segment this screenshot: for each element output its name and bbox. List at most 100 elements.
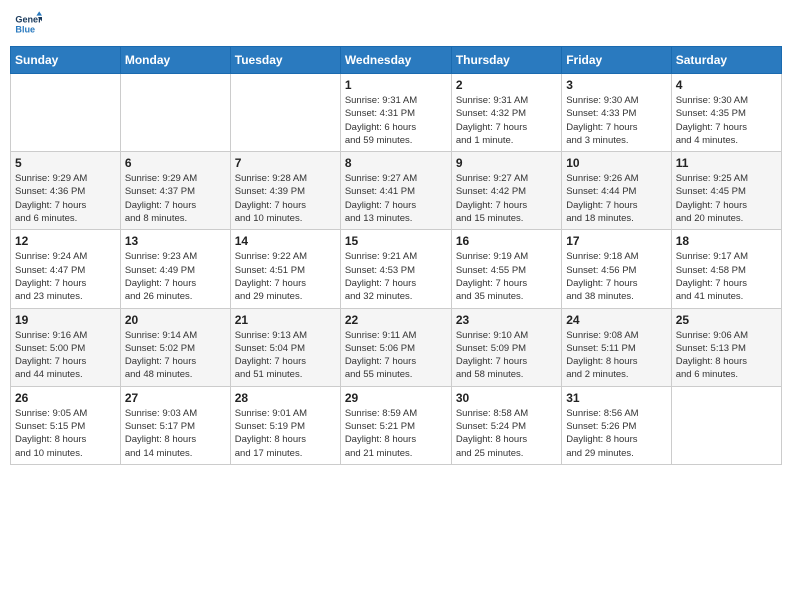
day-number: 26 (15, 391, 116, 405)
day-info: Sunrise: 9:22 AM Sunset: 4:51 PM Dayligh… (235, 250, 336, 303)
calendar-day-cell: 13 Sunrise: 9:23 AM Sunset: 4:49 PM Dayli… (120, 230, 230, 308)
day-number: 25 (676, 313, 777, 327)
day-number: 30 (456, 391, 557, 405)
calendar-day-cell (230, 74, 340, 152)
day-number: 16 (456, 234, 557, 248)
day-number: 4 (676, 78, 777, 92)
day-number: 19 (15, 313, 116, 327)
day-number: 22 (345, 313, 447, 327)
calendar-day-cell: 12 Sunrise: 9:24 AM Sunset: 4:47 PM Dayli… (11, 230, 121, 308)
calendar-day-cell: 8Sunrise: 9:27 AM Sunset: 4:41 PM Daylig… (340, 152, 451, 230)
calendar-day-cell: 20 Sunrise: 9:14 AM Sunset: 5:02 PM Dayli… (120, 308, 230, 386)
day-info: Sunrise: 9:24 AM Sunset: 4:47 PM Dayligh… (15, 250, 116, 303)
day-number: 29 (345, 391, 447, 405)
day-number: 31 (566, 391, 666, 405)
day-of-week-header: Monday (120, 47, 230, 74)
calendar-day-cell: 6 Sunrise: 9:29 AM Sunset: 4:37 PM Daylig… (120, 152, 230, 230)
calendar-table: SundayMondayTuesdayWednesdayThursdayFrid… (10, 46, 782, 465)
day-of-week-header: Saturday (671, 47, 781, 74)
calendar-week-row: 1Sunrise: 9:31 AM Sunset: 4:31 PM Daylig… (11, 74, 782, 152)
day-info: Sunrise: 9:30 AM Sunset: 4:33 PM Dayligh… (566, 94, 666, 147)
day-of-week-header: Wednesday (340, 47, 451, 74)
day-info: Sunrise: 9:27 AM Sunset: 4:41 PM Dayligh… (345, 172, 447, 225)
day-info: Sunrise: 9:29 AM Sunset: 4:36 PM Dayligh… (15, 172, 116, 225)
calendar-day-cell: 31 Sunrise: 8:56 AM Sunset: 5:26 PM Dayli… (562, 386, 671, 464)
calendar-day-cell: 4 Sunrise: 9:30 AM Sunset: 4:35 PM Daylig… (671, 74, 781, 152)
day-number: 15 (345, 234, 447, 248)
calendar-day-cell: 16 Sunrise: 9:19 AM Sunset: 4:55 PM Dayli… (451, 230, 561, 308)
calendar-day-cell: 14 Sunrise: 9:22 AM Sunset: 4:51 PM Dayli… (230, 230, 340, 308)
day-number: 2 (456, 78, 557, 92)
calendar-week-row: 5 Sunrise: 9:29 AM Sunset: 4:36 PM Daylig… (11, 152, 782, 230)
page-header: General Blue (10, 10, 782, 38)
day-info: Sunrise: 9:21 AM Sunset: 4:53 PM Dayligh… (345, 250, 447, 303)
calendar-day-cell: 9 Sunrise: 9:27 AM Sunset: 4:42 PM Daylig… (451, 152, 561, 230)
day-info: Sunrise: 9:06 AM Sunset: 5:13 PM Dayligh… (676, 329, 777, 382)
day-info: Sunrise: 9:25 AM Sunset: 4:45 PM Dayligh… (676, 172, 777, 225)
day-info: Sunrise: 9:17 AM Sunset: 4:58 PM Dayligh… (676, 250, 777, 303)
calendar-day-cell: 26 Sunrise: 9:05 AM Sunset: 5:15 PM Dayli… (11, 386, 121, 464)
day-number: 27 (125, 391, 226, 405)
day-info: Sunrise: 9:28 AM Sunset: 4:39 PM Dayligh… (235, 172, 336, 225)
day-info: Sunrise: 9:16 AM Sunset: 5:00 PM Dayligh… (15, 329, 116, 382)
day-number: 14 (235, 234, 336, 248)
day-number: 5 (15, 156, 116, 170)
logo: General Blue (14, 10, 42, 38)
day-info: Sunrise: 9:29 AM Sunset: 4:37 PM Dayligh… (125, 172, 226, 225)
calendar-body: 1Sunrise: 9:31 AM Sunset: 4:31 PM Daylig… (11, 74, 782, 465)
calendar-day-cell: 23Sunrise: 9:10 AM Sunset: 5:09 PM Dayli… (451, 308, 561, 386)
day-info: Sunrise: 8:59 AM Sunset: 5:21 PM Dayligh… (345, 407, 447, 460)
day-info: Sunrise: 9:30 AM Sunset: 4:35 PM Dayligh… (676, 94, 777, 147)
calendar-day-cell: 18 Sunrise: 9:17 AM Sunset: 4:58 PM Dayli… (671, 230, 781, 308)
day-number: 6 (125, 156, 226, 170)
calendar-day-cell: 15 Sunrise: 9:21 AM Sunset: 4:53 PM Dayli… (340, 230, 451, 308)
day-of-week-header: Tuesday (230, 47, 340, 74)
calendar-day-cell: 17 Sunrise: 9:18 AM Sunset: 4:56 PM Dayli… (562, 230, 671, 308)
day-number: 17 (566, 234, 666, 248)
calendar-day-cell: 1Sunrise: 9:31 AM Sunset: 4:31 PM Daylig… (340, 74, 451, 152)
logo-icon: General Blue (14, 10, 42, 38)
calendar-day-cell: 24 Sunrise: 9:08 AM Sunset: 5:11 PM Dayli… (562, 308, 671, 386)
day-number: 7 (235, 156, 336, 170)
calendar-day-cell: 28 Sunrise: 9:01 AM Sunset: 5:19 PM Dayli… (230, 386, 340, 464)
calendar-day-cell: 10 Sunrise: 9:26 AM Sunset: 4:44 PM Dayli… (562, 152, 671, 230)
day-number: 23 (456, 313, 557, 327)
day-info: Sunrise: 9:13 AM Sunset: 5:04 PM Dayligh… (235, 329, 336, 382)
day-number: 1 (345, 78, 447, 92)
day-number: 18 (676, 234, 777, 248)
day-info: Sunrise: 9:08 AM Sunset: 5:11 PM Dayligh… (566, 329, 666, 382)
day-number: 28 (235, 391, 336, 405)
day-number: 10 (566, 156, 666, 170)
day-info: Sunrise: 9:14 AM Sunset: 5:02 PM Dayligh… (125, 329, 226, 382)
day-info: Sunrise: 9:03 AM Sunset: 5:17 PM Dayligh… (125, 407, 226, 460)
day-info: Sunrise: 9:27 AM Sunset: 4:42 PM Dayligh… (456, 172, 557, 225)
day-info: Sunrise: 9:26 AM Sunset: 4:44 PM Dayligh… (566, 172, 666, 225)
day-number: 12 (15, 234, 116, 248)
calendar-week-row: 19 Sunrise: 9:16 AM Sunset: 5:00 PM Dayli… (11, 308, 782, 386)
calendar-day-cell: 2 Sunrise: 9:31 AM Sunset: 4:32 PM Daylig… (451, 74, 561, 152)
calendar-day-cell (671, 386, 781, 464)
calendar-week-row: 26 Sunrise: 9:05 AM Sunset: 5:15 PM Dayli… (11, 386, 782, 464)
day-info: Sunrise: 9:05 AM Sunset: 5:15 PM Dayligh… (15, 407, 116, 460)
day-number: 13 (125, 234, 226, 248)
day-number: 9 (456, 156, 557, 170)
calendar-day-cell: 27 Sunrise: 9:03 AM Sunset: 5:17 PM Dayli… (120, 386, 230, 464)
day-info: Sunrise: 9:31 AM Sunset: 4:32 PM Dayligh… (456, 94, 557, 147)
day-info: Sunrise: 8:56 AM Sunset: 5:26 PM Dayligh… (566, 407, 666, 460)
day-info: Sunrise: 9:11 AM Sunset: 5:06 PM Dayligh… (345, 329, 447, 382)
calendar-day-cell (120, 74, 230, 152)
day-info: Sunrise: 9:01 AM Sunset: 5:19 PM Dayligh… (235, 407, 336, 460)
day-of-week-header: Thursday (451, 47, 561, 74)
day-info: Sunrise: 9:19 AM Sunset: 4:55 PM Dayligh… (456, 250, 557, 303)
calendar-day-cell: 11 Sunrise: 9:25 AM Sunset: 4:45 PM Dayli… (671, 152, 781, 230)
day-of-week-header: Friday (562, 47, 671, 74)
day-info: Sunrise: 9:23 AM Sunset: 4:49 PM Dayligh… (125, 250, 226, 303)
calendar-day-cell: 7 Sunrise: 9:28 AM Sunset: 4:39 PM Daylig… (230, 152, 340, 230)
day-number: 3 (566, 78, 666, 92)
day-info: Sunrise: 9:18 AM Sunset: 4:56 PM Dayligh… (566, 250, 666, 303)
calendar-day-cell: 30Sunrise: 8:58 AM Sunset: 5:24 PM Dayli… (451, 386, 561, 464)
day-number: 11 (676, 156, 777, 170)
day-number: 24 (566, 313, 666, 327)
calendar-day-cell: 21Sunrise: 9:13 AM Sunset: 5:04 PM Dayli… (230, 308, 340, 386)
day-number: 20 (125, 313, 226, 327)
